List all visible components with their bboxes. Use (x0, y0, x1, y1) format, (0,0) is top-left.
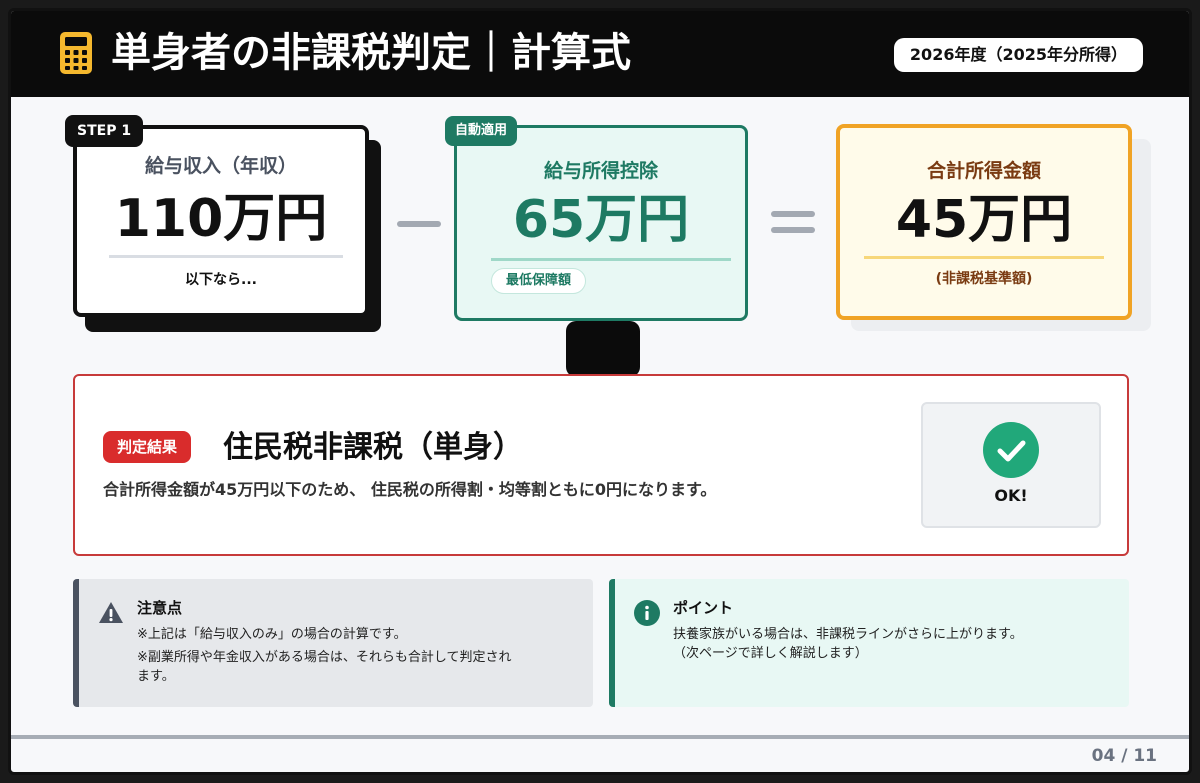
point-body: 扶養家族がいる場合は、非課税ラインがさらに上がります。 （次ページで詳しく解説し… (673, 625, 1113, 663)
deduction-label: 給与所得控除 (543, 160, 658, 182)
header-bar: 単身者の非課税判定｜計算式 2026年度（2025年分所得） (11, 11, 1189, 97)
result-badge: 判定結果 (103, 431, 192, 463)
total-income-card: 合計所得金額 45万円 (非課税基準額) (836, 124, 1132, 320)
divider (864, 256, 1104, 259)
deduction-card: 給与所得控除 65万円 最低保障額 (454, 125, 748, 321)
calculator-icon (60, 32, 92, 74)
fiscal-year-badge: 2026年度（2025年分所得） (893, 38, 1143, 72)
threshold-note: (非課税基準額) (935, 271, 1033, 287)
divider (491, 258, 731, 261)
total-income-value: 45万円 (895, 190, 1073, 250)
warning-icon (99, 602, 123, 623)
divider (109, 255, 343, 258)
result-description: 合計所得金額が45万円以下のため、 住民税の所得割・均等割ともに0円になります。 (103, 480, 717, 499)
page-title: 単身者の非課税判定｜計算式 (111, 30, 631, 76)
point-line: （次ページで詳しく解説します） (673, 646, 868, 661)
result-title: 住民税非課税（単身） (223, 430, 523, 465)
auto-applied-badge: 自動適用 (445, 116, 518, 146)
page-number: 04 / 11 (1091, 746, 1157, 766)
point-title: ポイント (673, 599, 734, 617)
ok-label: OK! (994, 486, 1028, 505)
info-icon (634, 600, 660, 626)
income-label: 給与収入（年収） (144, 155, 297, 177)
income-card: 給与収入（年収） 110万円 以下なら... (73, 125, 369, 317)
point-note: ポイント 扶養家族がいる場合は、非課税ラインがさらに上がります。 （次ページで詳… (609, 579, 1129, 707)
deduction-value: 65万円 (512, 190, 690, 250)
caution-line: ※副業所得や年金収入がある場合は、それらも合計して判定され ます。 (137, 650, 512, 684)
caution-body: ※上記は「給与収入のみ」の場合の計算です。 ※副業所得や年金収入がある場合は、そ… (137, 625, 577, 686)
connector-block (566, 321, 640, 377)
caution-line: ※上記は「給与収入のみ」の場合の計算です。 (137, 627, 407, 642)
ok-status-box: OK! (921, 402, 1101, 528)
minimum-guarantee-pill: 最低保障額 (491, 268, 587, 294)
minus-icon (397, 221, 441, 227)
caution-title: 注意点 (137, 599, 183, 617)
income-note: 以下なら... (185, 272, 257, 288)
footer-divider (11, 735, 1189, 739)
slide: 単身者の非課税判定｜計算式 2026年度（2025年分所得） 給与収入（年収） … (8, 8, 1192, 775)
result-panel: 判定結果 住民税非課税（単身） 合計所得金額が45万円以下のため、 住民税の所得… (73, 374, 1129, 556)
check-icon (983, 422, 1039, 478)
point-line: 扶養家族がいる場合は、非課税ラインがさらに上がります。 (673, 627, 1023, 642)
step-badge: STEP 1 (65, 115, 144, 147)
income-value: 110万円 (114, 189, 328, 249)
caution-note: 注意点 ※上記は「給与収入のみ」の場合の計算です。 ※副業所得や年金収入がある場… (73, 579, 593, 707)
total-income-label: 合計所得金額 (926, 160, 1041, 182)
